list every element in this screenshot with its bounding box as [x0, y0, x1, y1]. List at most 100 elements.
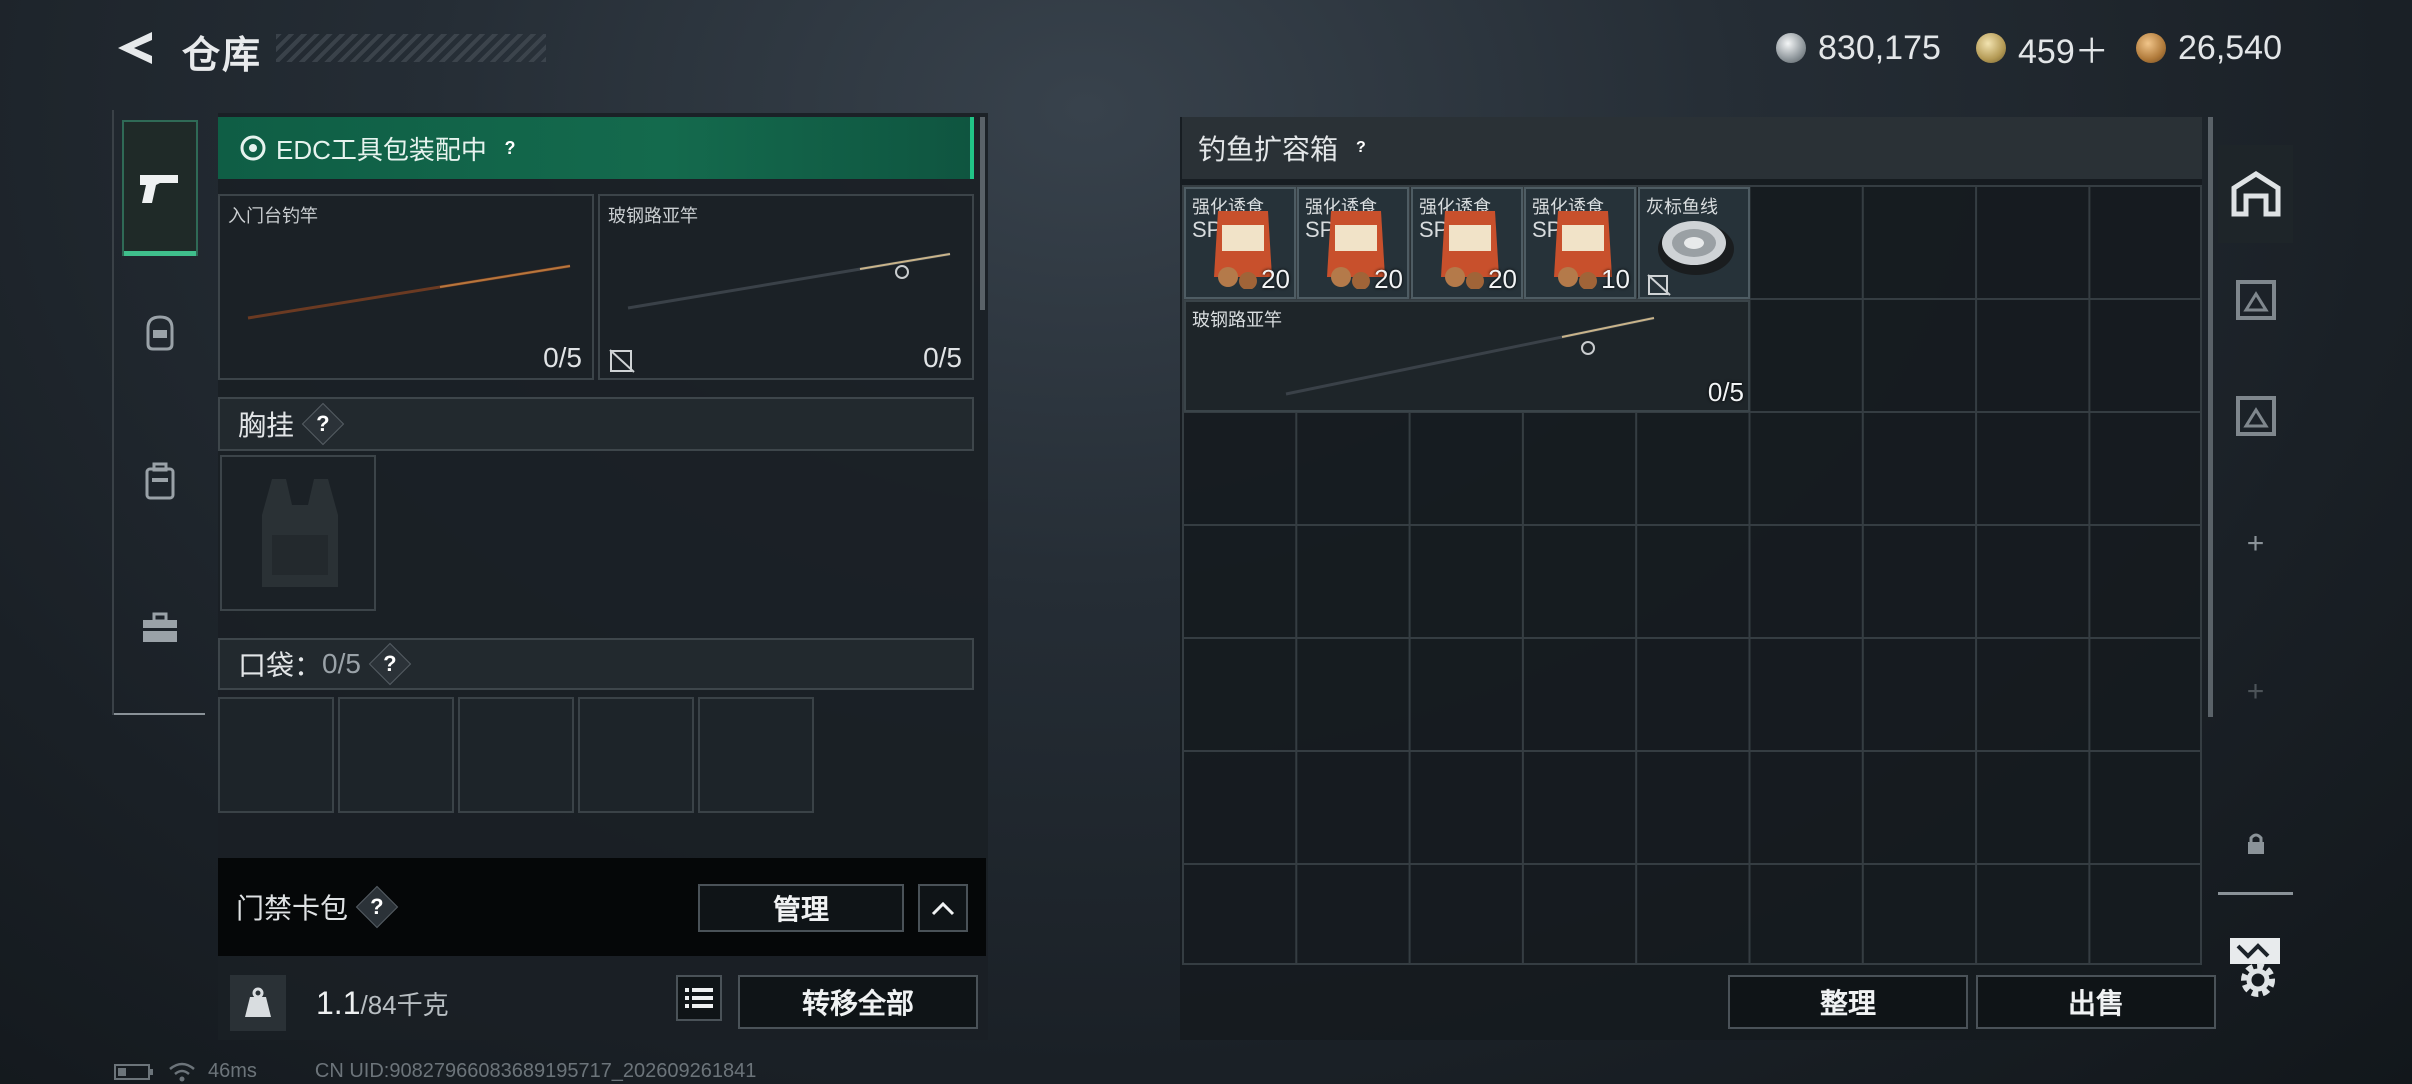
- storage-scrollbar[interactable]: [2208, 117, 2213, 717]
- pocket-slot-5[interactable]: [698, 697, 814, 813]
- page-title: 仓库: [182, 35, 263, 77]
- fishing-rod-icon: [247, 264, 571, 320]
- tab-toolbox[interactable]: [122, 560, 198, 696]
- loadout-scrollbar[interactable]: [980, 117, 985, 310]
- currency-silver[interactable]: 830,175: [1776, 26, 1941, 70]
- currency-silver-value: 830,175: [1818, 28, 1941, 67]
- bait-item-4[interactable]: 强化诱食 SP 10: [1524, 187, 1636, 299]
- storage-title: 钓鱼扩容箱: [1198, 134, 1339, 165]
- rod-slot-2[interactable]: 玻钢路亚竿 0/5: [598, 194, 974, 380]
- rod-slot-2-count: 0/5: [923, 342, 962, 373]
- ping-value: 46ms: [208, 1060, 257, 1082]
- weight-max: /84千克: [360, 989, 449, 1020]
- collapse-button[interactable]: [918, 884, 968, 932]
- tab-backpack[interactable]: [122, 413, 198, 549]
- item-count: 0/5: [1707, 377, 1744, 407]
- pocket-slot-3[interactable]: [458, 697, 574, 813]
- help-icon[interactable]: ?: [301, 402, 345, 446]
- gear-badge-icon: [240, 135, 266, 161]
- tab-storage-home[interactable]: [2218, 145, 2293, 243]
- help-icon[interactable]: ?: [368, 642, 412, 686]
- help-icon[interactable]: ?: [1343, 130, 1380, 167]
- bait-item-2[interactable]: 强化诱食 SP 20: [1297, 187, 1409, 299]
- gear-icon: [2241, 963, 2275, 997]
- pocket-slot-1[interactable]: [218, 697, 334, 813]
- box-icon: [2235, 280, 2276, 320]
- currency-bronze[interactable]: 26,540: [2136, 26, 2282, 70]
- no-trade-icon: [609, 349, 635, 373]
- tab-storage-box-2[interactable]: [2218, 361, 2293, 471]
- status-bar: 46ms CN UID:90827966083689195717_2026092…: [114, 1060, 756, 1083]
- bait-item-3[interactable]: 强化诱食 SP 20: [1411, 187, 1523, 299]
- rod-slot-2-name: 玻钢路亚竿: [608, 206, 698, 226]
- chest-rig-header: 胸挂 ?: [218, 397, 974, 451]
- storage-header: 钓鱼扩容箱 ?: [1182, 117, 2202, 179]
- plus-icon: +: [2246, 675, 2265, 708]
- left-tab-bar: [112, 110, 205, 715]
- weight-value: 1.1: [316, 984, 361, 1021]
- currency-gold[interactable]: 459＋: [1976, 26, 2109, 71]
- lure-rod-icon: [627, 252, 951, 310]
- storage-rod-item[interactable]: 玻钢路亚竿 0/5: [1184, 300, 1750, 412]
- fishing-line-item[interactable]: 灰标鱼线: [1638, 187, 1750, 299]
- wifi-icon: [169, 1062, 195, 1081]
- currency-gold-value: 459＋: [2018, 32, 2109, 71]
- back-button[interactable]: [112, 28, 158, 68]
- battery-icon: [114, 1063, 153, 1080]
- box-icon: [2235, 396, 2276, 436]
- bait-item-1[interactable]: 强化诱食 SP 20: [1184, 187, 1296, 299]
- help-icon[interactable]: ?: [355, 885, 399, 929]
- weight-icon: [230, 975, 286, 1031]
- list-view-button[interactable]: [676, 975, 722, 1021]
- item-name: 玻钢路亚竿: [1192, 310, 1282, 330]
- tab-storage-box-1[interactable]: [2218, 245, 2293, 355]
- help-icon[interactable]: ?: [492, 130, 529, 167]
- chevron-up-icon: [931, 901, 955, 916]
- silver-coin-icon: [1776, 33, 1806, 63]
- rod-slot-1-count: 0/5: [543, 342, 582, 373]
- manage-button[interactable]: 管理: [698, 884, 904, 932]
- lock-icon: [2247, 833, 2264, 854]
- back-arrow-icon: [118, 32, 152, 64]
- edc-banner[interactable]: EDC工具包装配中 ?: [218, 117, 974, 179]
- uid-text: CN UID:90827966083689195717_202609261841: [314, 1060, 757, 1082]
- chest-rig-slot[interactable]: [220, 455, 376, 611]
- toolbox-icon: [143, 612, 177, 642]
- locked-tab[interactable]: [2218, 795, 2293, 895]
- backpack-icon: [145, 462, 175, 500]
- tab-weapon[interactable]: [122, 120, 198, 256]
- chest-rig-label: 胸挂: [238, 410, 295, 441]
- plus-icon: +: [2246, 527, 2265, 560]
- add-tab-button-2[interactable]: +: [2218, 657, 2293, 727]
- currency-bronze-value: 26,540: [2178, 28, 2282, 67]
- item-count: 20: [1488, 264, 1517, 294]
- gold-triangle-coin-icon: [1976, 33, 2006, 63]
- settings-button[interactable]: [2236, 958, 2280, 1002]
- item-count: 20: [1261, 264, 1290, 294]
- rod-slot-1[interactable]: 入门台钓竿 0/5: [218, 194, 594, 380]
- pistol-icon: [140, 175, 178, 203]
- bronze-coin-icon: [2136, 33, 2166, 63]
- lure-rod-icon: [1285, 316, 1655, 396]
- sort-button[interactable]: 整理: [1728, 975, 1968, 1029]
- pocket-header: 口袋： 0/5 ?: [218, 638, 974, 690]
- home-icon: [2231, 171, 2280, 217]
- no-trade-icon: [1647, 274, 1671, 296]
- pocket-slot-2[interactable]: [338, 697, 454, 813]
- pocket-count: 0/5: [322, 648, 361, 679]
- rod-slot-1-name: 入门台钓竿: [228, 206, 318, 226]
- add-tab-button-1[interactable]: +: [2218, 509, 2293, 579]
- right-tab-bar: + +: [2218, 117, 2293, 1037]
- pocket-label: 口袋：: [238, 650, 323, 681]
- fishing-line-spool-icon: [1658, 221, 1734, 275]
- vest-icon: [262, 479, 338, 587]
- sell-button[interactable]: 出售: [1976, 975, 2216, 1029]
- pocket-slot-4[interactable]: [578, 697, 694, 813]
- title-decoration: [276, 34, 546, 62]
- keycard-label: 门禁卡包: [236, 893, 349, 924]
- list-icon: [685, 988, 713, 1008]
- tab-helmet[interactable]: [122, 265, 198, 401]
- transfer-all-button[interactable]: 转移全部: [738, 975, 978, 1029]
- edc-banner-text: EDC工具包装配中: [276, 134, 487, 165]
- item-count: 10: [1601, 264, 1630, 294]
